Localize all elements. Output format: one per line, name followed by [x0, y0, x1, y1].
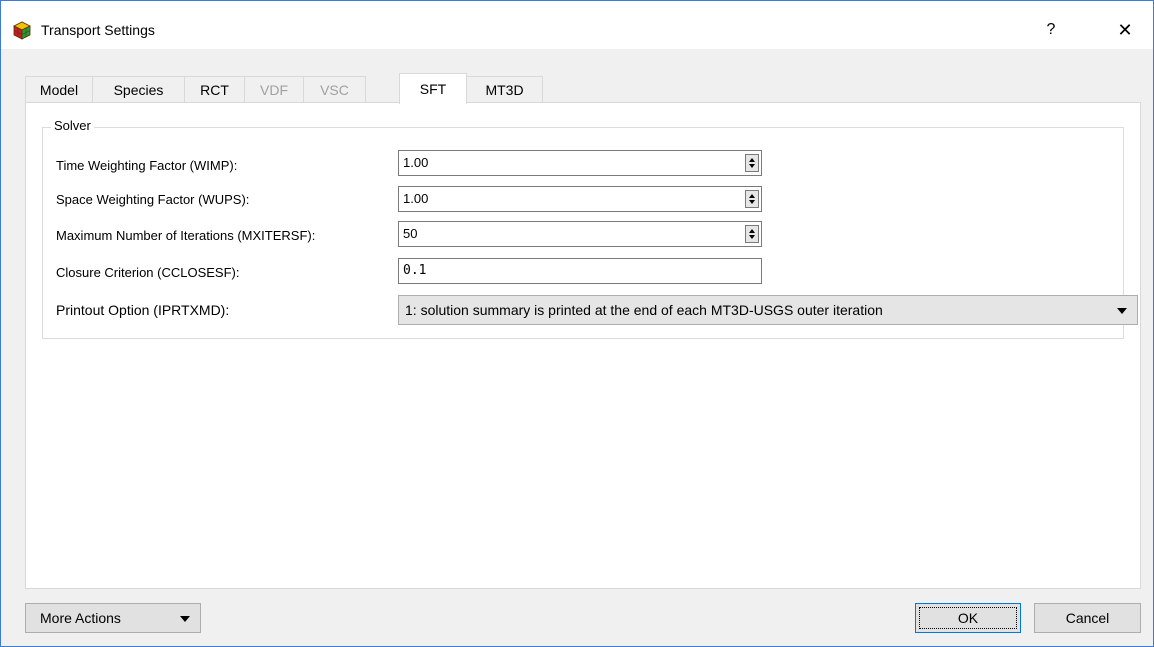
mxitersf-label: Maximum Number of Iterations (MXITERSF): — [56, 228, 316, 243]
more-actions-label: More Actions — [40, 610, 121, 626]
tab-species[interactable]: Species — [92, 76, 185, 103]
tab-sft[interactable]: SFT — [399, 73, 467, 104]
dropdown-arrow-icon — [180, 616, 190, 622]
iprtxmd-selected: 1: solution summary is printed at the en… — [405, 302, 883, 318]
tab-mt3d[interactable]: MT3D — [466, 76, 543, 103]
wups-label: Space Weighting Factor (WUPS): — [56, 192, 250, 207]
tab-rct[interactable]: RCT — [184, 76, 245, 103]
wups-value: 1.00 — [403, 191, 429, 206]
iprtxmd-label: Printout Option (IPRTXMD): — [56, 302, 230, 318]
tab-vdf: VDF — [244, 76, 304, 103]
close-button[interactable]: ✕ — [1111, 16, 1139, 44]
wimp-spinbox[interactable]: 1.00 — [398, 150, 762, 176]
mxitersf-value: 50 — [403, 226, 418, 241]
cclosesf-label: Closure Criterion (CCLOSESF): — [56, 265, 240, 280]
wups-spinbox[interactable]: 1.00 — [398, 186, 762, 212]
window-title: Transport Settings — [41, 22, 155, 38]
ok-button[interactable]: OK — [915, 603, 1021, 633]
mxitersf-spin-arrows-icon[interactable] — [745, 225, 759, 243]
transport-settings-dialog: Transport Settings ? ✕ Model Species RCT… — [0, 0, 1154, 647]
tab-vsc: VSC — [303, 76, 366, 103]
ok-label: OK — [957, 610, 979, 626]
wimp-value: 1.00 — [403, 155, 429, 170]
help-button[interactable]: ? — [1037, 16, 1065, 44]
solver-group-title: Solver — [51, 118, 94, 133]
title-bar: Transport Settings ? ✕ — [1, 1, 1153, 49]
wimp-spin-arrows-icon[interactable] — [745, 154, 759, 172]
tab-model[interactable]: Model — [25, 76, 93, 103]
mxitersf-spinbox[interactable]: 50 — [398, 221, 762, 247]
sft-tab-panel: Solver Time Weighting Factor (WIMP): 1.0… — [25, 102, 1141, 589]
app-cube-icon — [13, 21, 31, 40]
cclosesf-input[interactable]: 0.1 — [398, 258, 762, 284]
iprtxmd-dropdown[interactable]: 1: solution summary is printed at the en… — [398, 295, 1138, 325]
dropdown-arrow-icon — [1117, 308, 1127, 314]
cancel-button[interactable]: Cancel — [1034, 603, 1141, 633]
wimp-label: Time Weighting Factor (WIMP): — [56, 158, 238, 173]
wups-spin-arrows-icon[interactable] — [745, 190, 759, 208]
more-actions-button[interactable]: More Actions — [25, 603, 201, 633]
